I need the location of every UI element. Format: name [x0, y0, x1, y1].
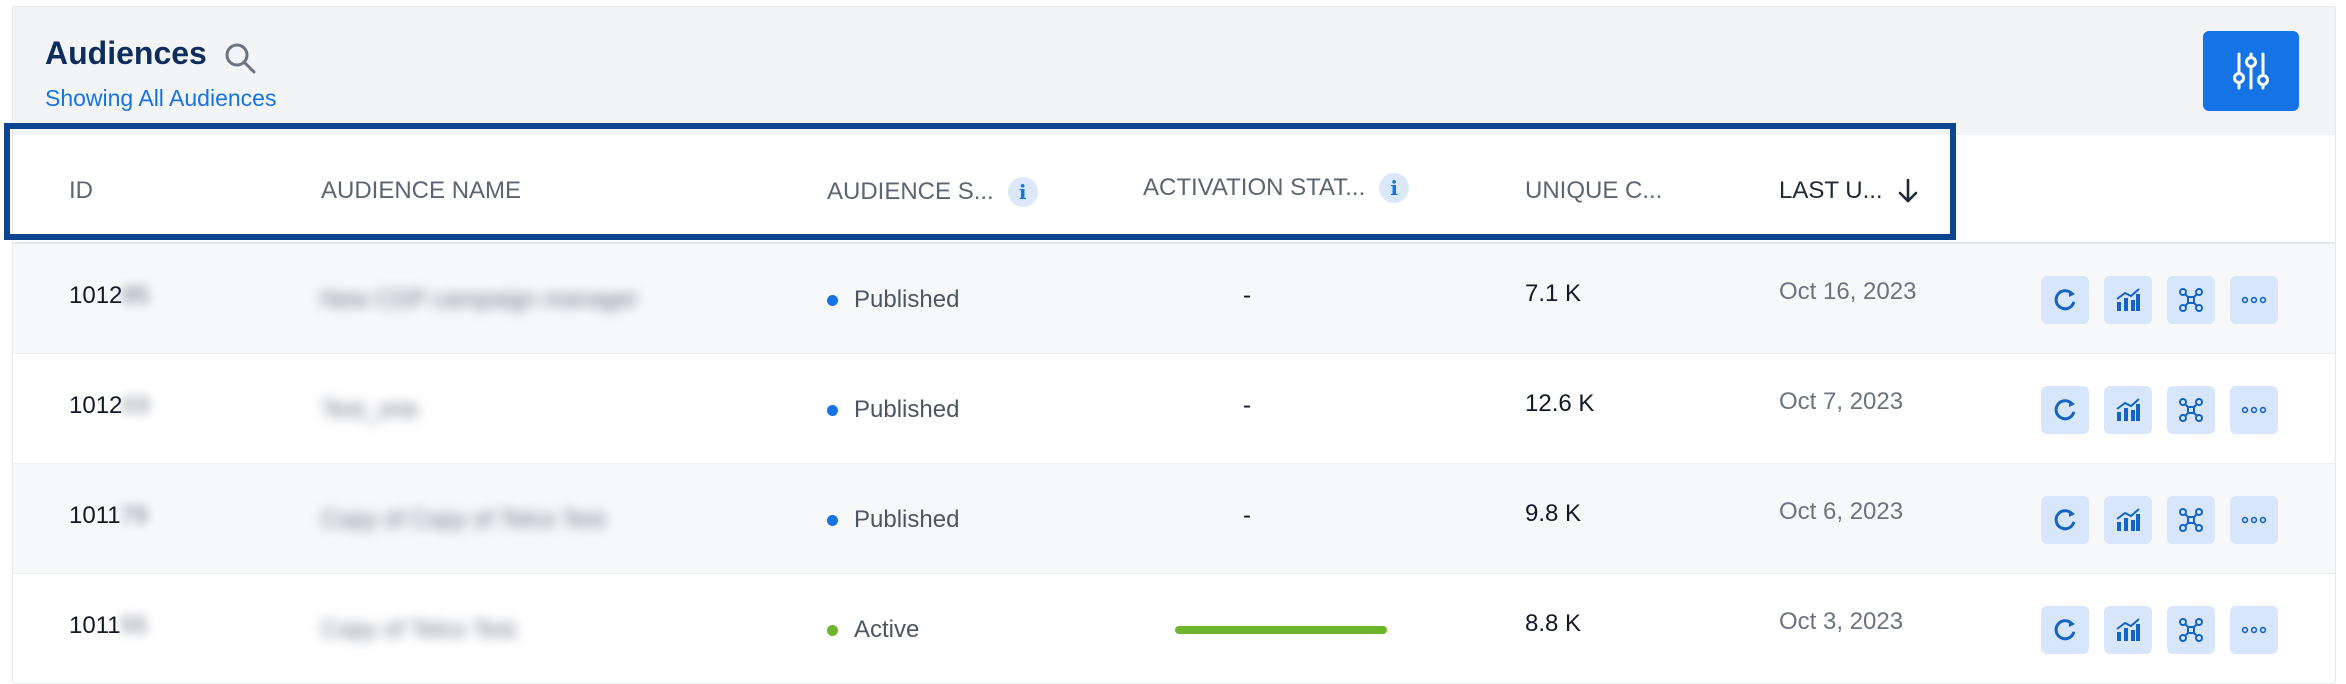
audience-status: Published — [827, 506, 959, 534]
last-updated: Oct 16, 2023 — [1779, 278, 1917, 305]
analytics-icon — [2116, 508, 2140, 531]
filter-settings-button[interactable] — [2203, 31, 2299, 111]
network-icon — [2179, 398, 2203, 422]
refresh-button[interactable] — [2041, 496, 2089, 544]
network-button[interactable] — [2167, 606, 2215, 654]
unique-count: 9.8 K — [1525, 500, 1582, 527]
more-button[interactable] — [2230, 276, 2278, 324]
network-button[interactable] — [2167, 386, 2215, 434]
audience-id: 101285 — [69, 282, 150, 309]
audiences-panel: Audiences Showing All Audiences ID AUDIE… — [12, 6, 2336, 684]
unique-count: 7.1 K — [1525, 280, 1582, 307]
column-header-status-label: AUDIENCE S... — [827, 178, 994, 205]
network-button[interactable] — [2167, 496, 2215, 544]
more-icon — [2241, 296, 2267, 304]
audience-id: 101179 — [69, 502, 148, 529]
status-dot — [827, 294, 838, 306]
activation-progress-bar — [1175, 626, 1387, 634]
last-updated: Oct 3, 2023 — [1779, 608, 1904, 635]
column-header-audience-name[interactable]: AUDIENCE NAME — [321, 177, 521, 205]
column-header-audience-status[interactable]: AUDIENCE S... i — [827, 177, 1038, 207]
status-dot — [827, 624, 838, 636]
analytics-icon — [2116, 618, 2140, 641]
audience-status: Published — [827, 286, 959, 314]
refresh-button[interactable] — [2041, 276, 2089, 324]
audience-status: Active — [827, 616, 919, 644]
network-icon — [2179, 618, 2203, 642]
unique-count: 8.8 K — [1525, 610, 1582, 637]
column-header-id[interactable]: ID — [69, 177, 93, 205]
more-icon — [2241, 516, 2267, 524]
row-actions — [2041, 496, 2278, 544]
refresh-icon — [2054, 289, 2075, 311]
status-dot — [827, 404, 838, 416]
status-dot — [827, 514, 838, 526]
column-header-name-label: AUDIENCE NAME — [321, 177, 522, 204]
refresh-button[interactable] — [2041, 386, 2089, 434]
more-button[interactable] — [2230, 386, 2278, 434]
network-icon — [2179, 508, 2203, 532]
analytics-button[interactable] — [2104, 276, 2152, 324]
row-actions — [2041, 276, 2278, 324]
table-row[interactable]: 101285 New CDP campaign manager Publishe… — [13, 244, 2335, 354]
more-icon — [2241, 626, 2267, 634]
analytics-button[interactable] — [2104, 606, 2152, 654]
column-header-activation-status[interactable]: ACTIVATION STAT... i — [1143, 173, 1410, 203]
unique-count: 12.6 K — [1525, 390, 1595, 417]
activation-status: - — [1243, 282, 1251, 309]
audience-id: 101155 — [69, 612, 148, 639]
network-icon — [2179, 288, 2203, 312]
audience-name[interactable]: Copy of Telco Test — [321, 616, 516, 644]
info-icon[interactable]: i — [1379, 173, 1410, 203]
column-header-updated-label: LAST U... — [1779, 177, 1883, 204]
analytics-button[interactable] — [2104, 386, 2152, 434]
column-header-id-label: ID — [69, 177, 93, 204]
refresh-button[interactable] — [2041, 606, 2089, 654]
table-row[interactable]: 101203 Test_one Published - 12.6 K Oct 7… — [13, 354, 2335, 464]
audience-name[interactable]: Test_one — [321, 396, 418, 424]
column-header-unique-count[interactable]: UNIQUE C... — [1525, 177, 1662, 205]
column-header-activation-label: ACTIVATION STAT... — [1143, 174, 1366, 201]
sliders-icon — [2233, 52, 2269, 90]
table-row[interactable]: 101179 Copy of Copy of Telco Test Publis… — [13, 464, 2335, 574]
page-header: Audiences Showing All Audiences — [13, 7, 2335, 135]
row-actions — [2041, 386, 2278, 434]
audience-status: Published — [827, 396, 959, 424]
activation-status: - — [1243, 502, 1251, 529]
refresh-icon — [2054, 509, 2075, 531]
analytics-icon — [2116, 398, 2140, 421]
more-button[interactable] — [2230, 606, 2278, 654]
arrow-down-icon[interactable] — [1897, 177, 1919, 205]
audience-name[interactable]: New CDP campaign manager — [321, 286, 638, 314]
page-title: Audiences — [45, 35, 207, 71]
more-button[interactable] — [2230, 496, 2278, 544]
column-header-last-updated[interactable]: LAST U... — [1779, 177, 1919, 205]
refresh-icon — [2054, 399, 2075, 421]
row-actions — [2041, 606, 2278, 654]
audience-name[interactable]: Copy of Copy of Telco Test — [321, 506, 606, 534]
audience-filter-link[interactable]: Showing All Audiences — [45, 85, 276, 112]
refresh-icon — [2054, 619, 2075, 641]
analytics-icon — [2116, 288, 2140, 311]
last-updated: Oct 7, 2023 — [1779, 388, 1904, 415]
activation-status: - — [1243, 392, 1251, 419]
last-updated: Oct 6, 2023 — [1779, 498, 1904, 525]
audience-id: 101203 — [69, 392, 150, 419]
column-header-unique-label: UNIQUE C... — [1525, 177, 1663, 204]
info-icon[interactable]: i — [1007, 177, 1038, 207]
search-icon[interactable] — [223, 41, 257, 75]
more-icon — [2241, 406, 2267, 414]
network-button[interactable] — [2167, 276, 2215, 324]
analytics-button[interactable] — [2104, 496, 2152, 544]
table-row[interactable]: 101155 Copy of Telco Test Active 8.8 K O… — [13, 574, 2335, 684]
